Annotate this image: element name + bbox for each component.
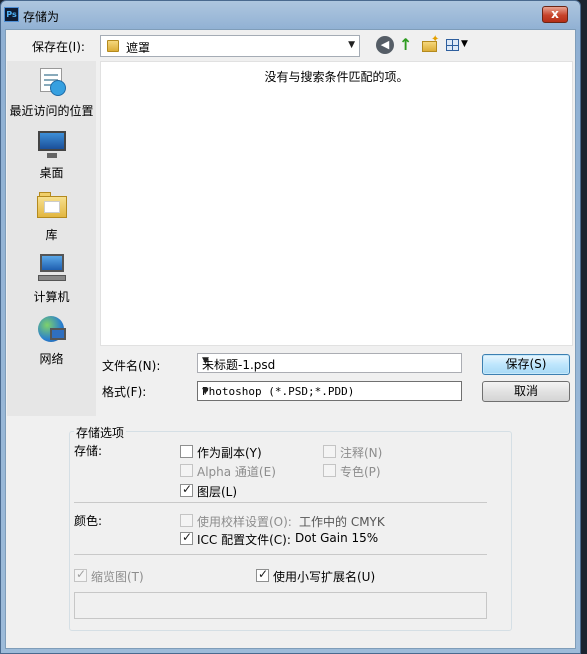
place-network[interactable]: 网络 <box>7 314 96 367</box>
separator <box>74 502 487 503</box>
checkbox-box[interactable] <box>180 464 193 477</box>
photoshop-app-icon: Ps <box>4 7 19 22</box>
checkbox-label: 注释(N) <box>340 446 383 460</box>
recent-places-icon <box>36 66 68 98</box>
checkbox-label: 使用校样设置(O): <box>197 515 292 529</box>
icc-profile-value: Dot Gain 15% <box>295 531 379 545</box>
filename-label: 文件名(N): <box>102 359 161 373</box>
place-label: 桌面 <box>39 166 64 180</box>
checkbox-label: 图层(L) <box>197 485 238 499</box>
save-options-title: 存储选项 <box>74 424 127 441</box>
format-select[interactable]: Photoshop (*.PSD;*.PDD) ▼ <box>197 381 462 401</box>
color-label: 颜色: <box>74 514 103 528</box>
checkbox-box[interactable] <box>180 530 193 545</box>
checkbox-box[interactable] <box>180 482 193 497</box>
close-button[interactable]: x <box>542 6 568 23</box>
folder-icon <box>107 40 119 52</box>
separator <box>74 554 487 555</box>
view-menu-icon[interactable]: ▼ <box>446 36 472 54</box>
save-as-dialog: Ps 存储为 x 保存在(I): 遮罩 ▼ ◀ ↑ ✦ ▼ 最近访问的位置 桌面… <box>0 0 581 654</box>
warning-message-area <box>74 592 487 619</box>
save-button[interactable]: 保存(S) <box>482 354 570 375</box>
back-arrow-icon[interactable]: ◀ <box>376 36 394 54</box>
place-recent[interactable]: 最近访问的位置 <box>7 66 96 119</box>
file-list[interactable]: 没有与搜索条件匹配的项。 <box>100 61 573 346</box>
checkbox-label: 使用小写扩展名(U) <box>273 570 376 584</box>
computer-icon <box>36 252 68 284</box>
checkbox-label: 作为副本(Y) <box>197 446 262 460</box>
checkbox-box[interactable] <box>323 464 336 477</box>
checkbox-box[interactable] <box>180 514 193 527</box>
place-label: 网络 <box>39 352 64 366</box>
new-folder-icon[interactable]: ✦ <box>421 34 439 54</box>
format-label: 格式(F): <box>102 385 147 399</box>
network-icon <box>36 314 68 346</box>
current-folder-name: 遮罩 <box>126 41 151 55</box>
checkbox-label: 专色(P) <box>340 465 381 479</box>
place-label: 库 <box>45 228 58 242</box>
chevron-down-icon[interactable]: ▼ <box>202 356 457 366</box>
place-desktop[interactable]: 桌面 <box>7 128 96 181</box>
dialog-body: 保存在(I): 遮罩 ▼ ◀ ↑ ✦ ▼ 最近访问的位置 桌面 库 计算机 网络… <box>5 29 576 649</box>
desktop-icon <box>36 128 68 160</box>
place-label: 计算机 <box>33 290 70 304</box>
save-in-label: 保存在(I): <box>32 40 85 54</box>
storage-label: 存储: <box>74 444 103 458</box>
dialog-title: 存储为 <box>23 10 60 24</box>
cancel-button[interactable]: 取消 <box>482 381 570 402</box>
places-bar: 最近访问的位置 桌面 库 计算机 网络 <box>7 61 96 416</box>
checkbox-label: ICC 配置文件(C): <box>197 533 291 547</box>
save-in-combo[interactable]: 遮罩 ▼ <box>100 35 360 57</box>
place-library[interactable]: 库 <box>7 190 96 243</box>
checkbox-box[interactable] <box>323 445 336 458</box>
title-bar[interactable]: Ps 存储为 x <box>1 1 580 31</box>
library-icon <box>36 190 68 222</box>
place-computer[interactable]: 计算机 <box>7 252 96 305</box>
filename-input[interactable]: 未标题-1.psd ▼ <box>197 353 462 373</box>
proof-setup-value: 工作中的 CMYK <box>299 515 385 529</box>
place-label: 最近访问的位置 <box>9 104 94 118</box>
chevron-down-icon[interactable]: ▼ <box>348 40 355 50</box>
checkbox-box[interactable] <box>74 567 87 582</box>
up-folder-icon[interactable]: ↑ <box>399 36 417 54</box>
checkbox-box[interactable] <box>256 567 269 582</box>
checkbox-label: Alpha 通道(E) <box>197 465 276 479</box>
checkbox-box[interactable] <box>180 445 193 458</box>
checkbox-label: 缩览图(T) <box>91 570 144 584</box>
chevron-down-icon[interactable]: ▼ <box>202 384 457 397</box>
empty-list-message: 没有与搜索条件匹配的项。 <box>264 70 409 84</box>
